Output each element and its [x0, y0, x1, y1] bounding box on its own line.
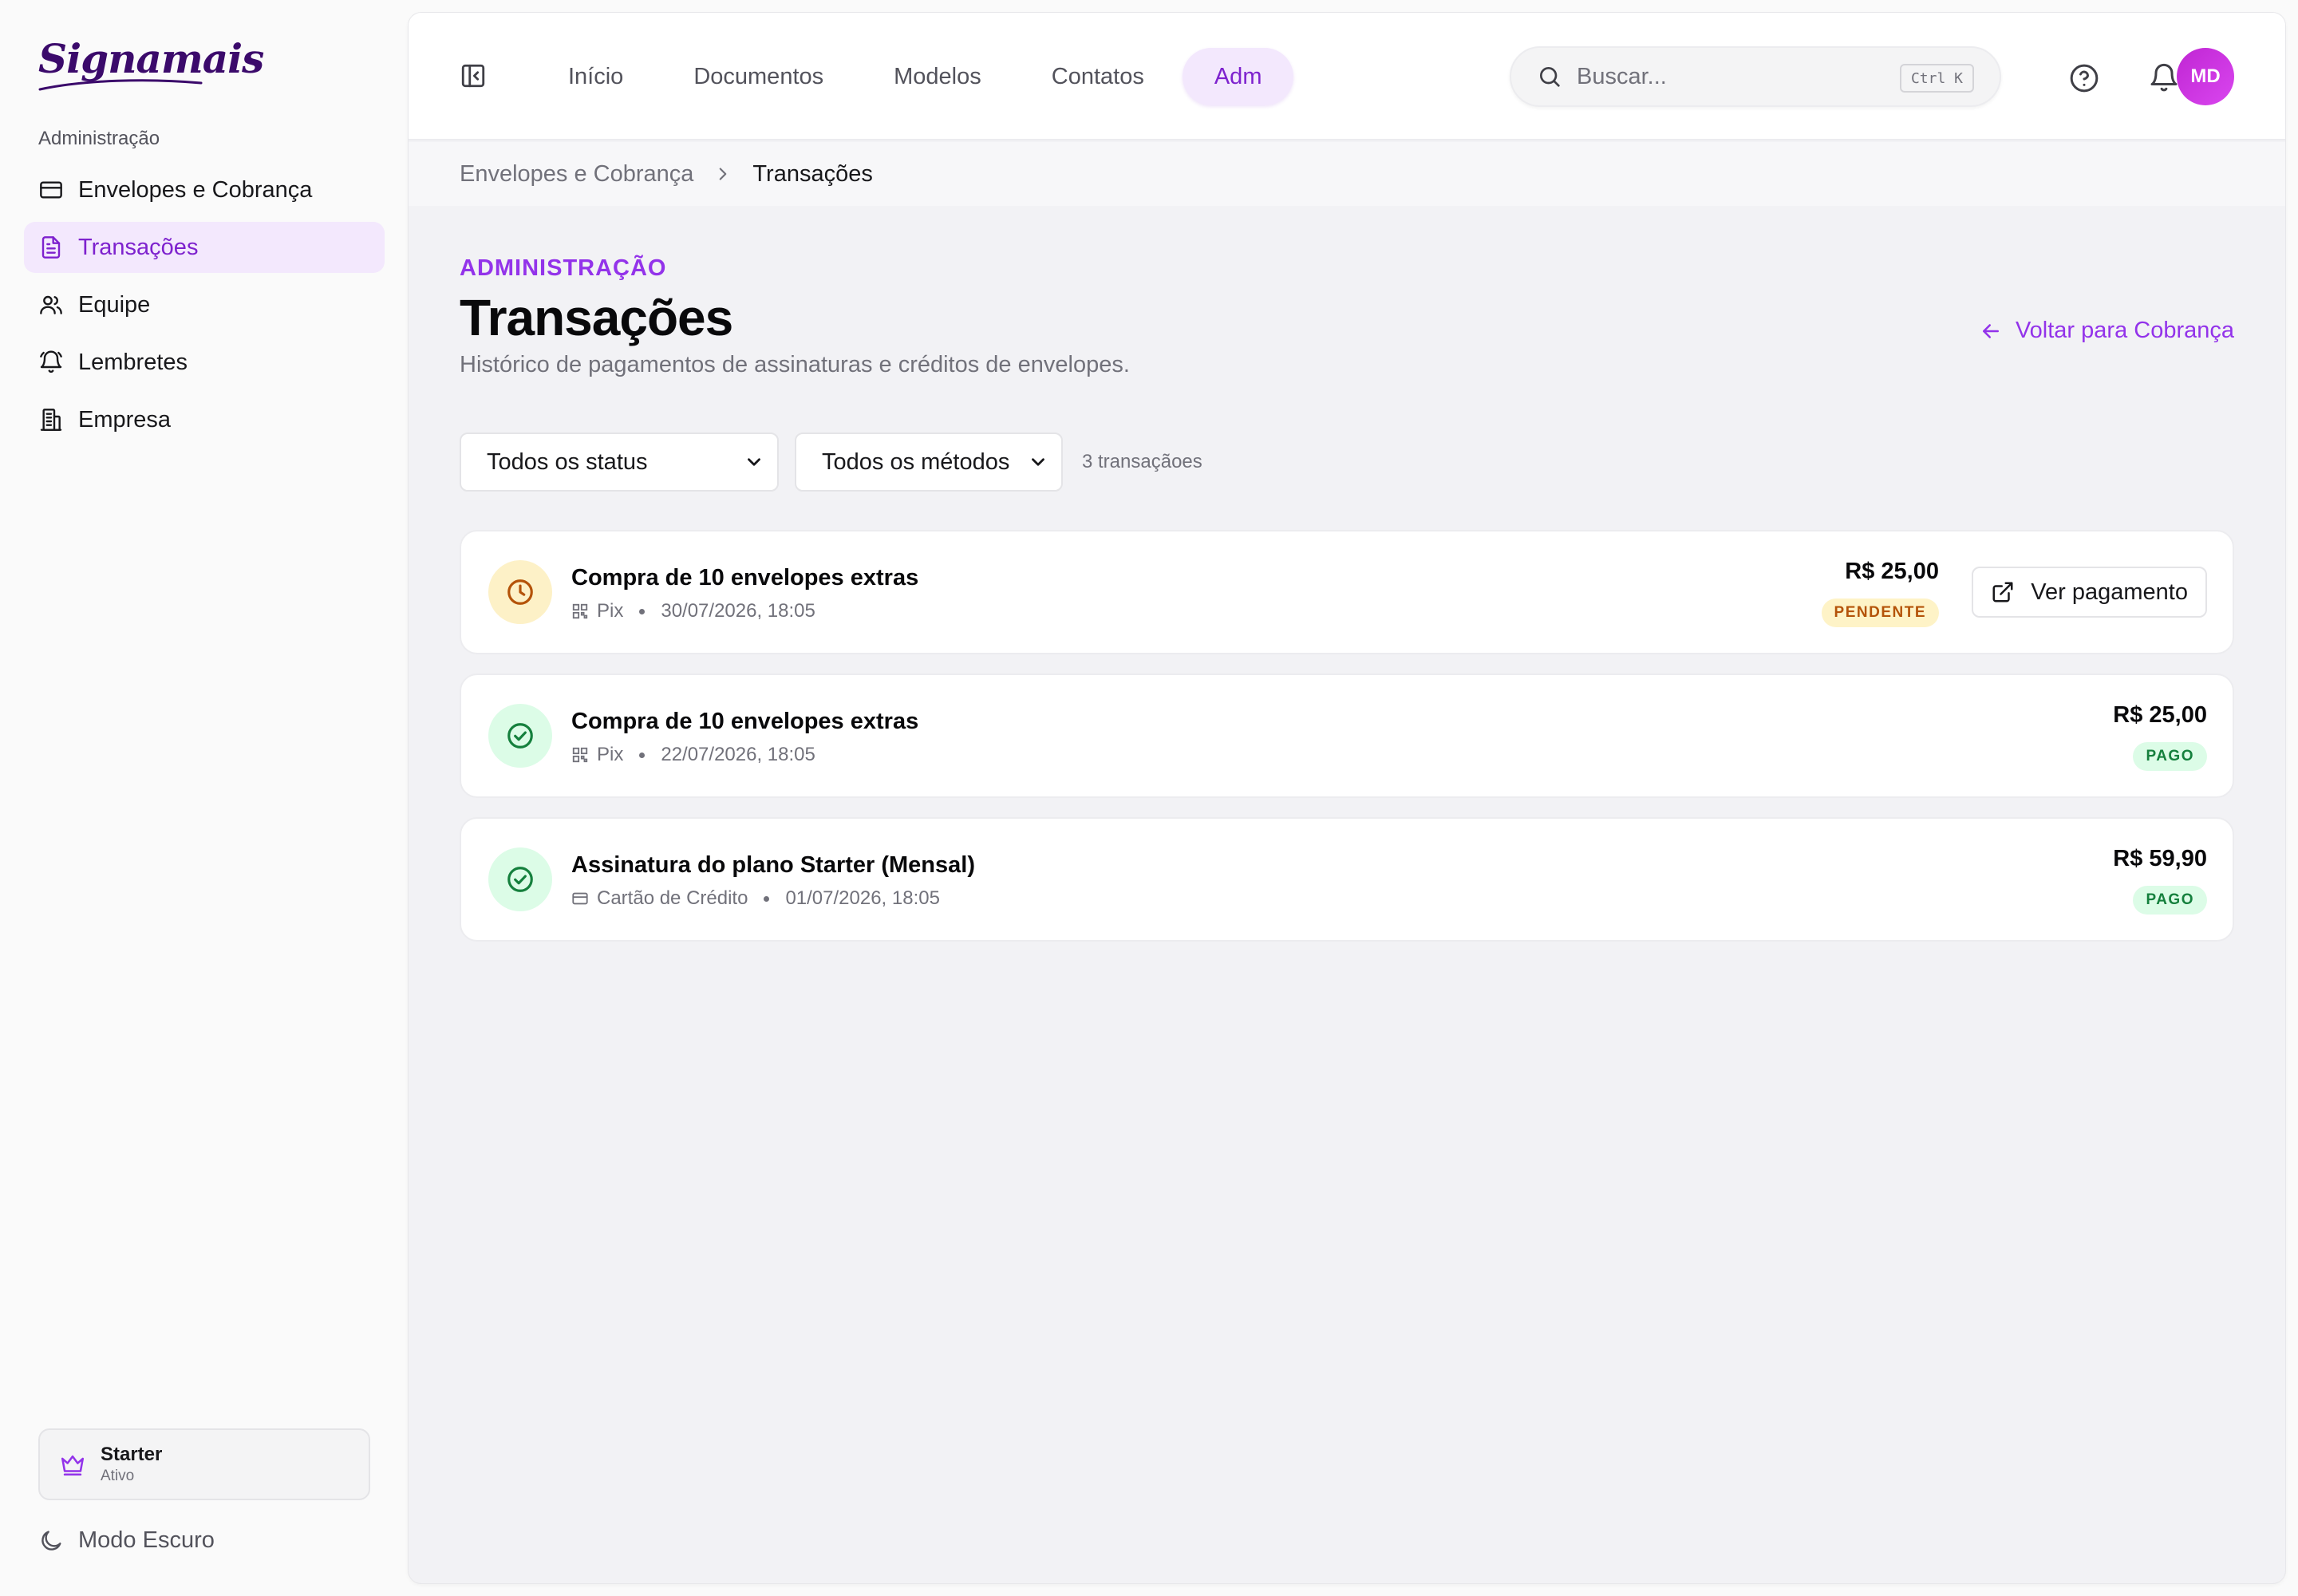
page-content: ADMINISTRAÇÃO Transações Histórico de pa… [460, 255, 2234, 942]
transaction-status-icon [488, 847, 552, 911]
tab-modelos[interactable]: Modelos [862, 48, 1013, 105]
transaction-count: 3 transaçãoes [1082, 451, 1202, 472]
building-icon [40, 409, 62, 431]
tab-documentos[interactable]: Documentos [661, 48, 855, 105]
transaction-row: Compra de 10 envelopes extras Pix 22/07/… [460, 674, 2234, 798]
method-filter-value: Todos os métodos [822, 448, 1010, 475]
credit-card-icon [40, 181, 62, 199]
chevron-down-icon [748, 458, 760, 466]
check-circle-icon [507, 723, 533, 749]
search-bar[interactable]: Ctrl K [1510, 46, 2001, 107]
breadcrumb-parent-link[interactable]: Envelopes e Cobrança [460, 161, 693, 188]
dark-mode-toggle[interactable]: Modo Escuro [38, 1527, 215, 1554]
meta-separator [639, 752, 646, 758]
meta-separator [639, 608, 646, 614]
sidebar-item-label: Envelopes e Cobrança [78, 176, 313, 203]
arrow-left-icon [1982, 323, 1999, 338]
transaction-row: Compra de 10 envelopes extras Pix 30/07/… [460, 530, 2234, 654]
logo-swoosh-icon [38, 79, 203, 91]
transaction-meta: Cartão de Crédito 01/07/2026, 18:05 [571, 887, 940, 910]
sidebar-item-label: Equipe [78, 291, 151, 318]
file-text-icon [41, 236, 61, 259]
sidebar: Signamais Administração Envelopes e Cobr… [0, 0, 407, 1596]
transaction-amount: R$ 25,00 [2113, 702, 2207, 728]
transaction-meta: Pix 30/07/2026, 18:05 [571, 600, 815, 622]
transaction-method: Pix [597, 744, 624, 765]
tab-adm[interactable]: Adm [1182, 48, 1294, 105]
transaction-datetime: 01/07/2026, 18:05 [785, 887, 940, 909]
meta-separator [764, 895, 770, 902]
bell-icon[interactable] [2148, 62, 2180, 94]
view-payment-label: Ver pagamento [2031, 579, 2188, 605]
crown-icon [61, 1455, 85, 1476]
plan-status: Ativo [101, 1468, 135, 1484]
transaction-title: Compra de 10 envelopes extras [571, 565, 919, 591]
transaction-title: Assinatura do plano Starter (Mensal) [571, 852, 975, 878]
transaction-meta: Pix 22/07/2026, 18:05 [571, 744, 815, 766]
transaction-list: Compra de 10 envelopes extras Pix 30/07/… [460, 530, 2234, 961]
clock-icon [507, 579, 533, 605]
check-circle-icon [507, 867, 533, 892]
main-panel: Início Documentos Modelos Contatos Adm C… [409, 13, 2285, 1583]
transaction-status-icon [488, 560, 552, 624]
topbar: Início Documentos Modelos Contatos Adm C… [409, 13, 2285, 140]
status-filter-select[interactable]: Todos os status [460, 433, 779, 492]
external-link-icon [1992, 582, 2013, 602]
breadcrumb-current: Transações [752, 160, 873, 187]
sidebar-item-label: Empresa [78, 406, 172, 433]
plan-card[interactable]: Starter Ativo [38, 1428, 370, 1500]
users-icon [40, 295, 62, 314]
chevron-right-icon [720, 168, 727, 180]
search-input[interactable] [1577, 63, 1888, 90]
search-icon [1540, 67, 1560, 87]
back-link-label: Voltar para Cobrança [2015, 318, 2234, 343]
transaction-datetime: 30/07/2026, 18:05 [661, 600, 815, 622]
transaction-method: Pix [597, 600, 624, 622]
transaction-status-icon [488, 704, 552, 768]
sidebar-item-transacoes[interactable]: Transações [24, 222, 385, 273]
breadcrumb: Envelopes e Cobrança Transações [409, 142, 2285, 206]
transaction-amount: R$ 59,90 [2113, 846, 2207, 871]
sidebar-item-lembretes[interactable]: Lembretes [24, 337, 385, 388]
help-circle-icon[interactable] [2068, 62, 2100, 94]
sidebar-collapse-icon[interactable] [460, 62, 487, 89]
sidebar-item-label: Lembretes [78, 349, 188, 375]
status-badge: PAGO [2133, 886, 2207, 915]
sidebar-item-envelopes-cobranca[interactable]: Envelopes e Cobrança [24, 164, 385, 215]
qr-code-icon [572, 747, 588, 763]
dark-mode-label: Modo Escuro [78, 1527, 215, 1553]
status-badge: PAGO [2133, 742, 2207, 771]
page-title: Transações [460, 289, 733, 346]
tab-contatos[interactable]: Contatos [1020, 48, 1176, 105]
tab-inicio[interactable]: Início [536, 48, 655, 105]
search-shortcut-badge: Ctrl K [1899, 64, 1974, 93]
page-subtitle: Histórico de pagamentos de assinaturas e… [460, 352, 1130, 377]
status-filter-value: Todos os status [487, 448, 648, 475]
method-filter-select[interactable]: Todos os métodos [795, 433, 1063, 492]
transaction-method: Cartão de Crédito [597, 887, 748, 909]
sidebar-nav: Envelopes e Cobrança Transações Equipe L… [24, 164, 385, 452]
status-badge: PENDENTE [1821, 598, 1939, 627]
filters-bar: Todos os status Todos os métodos 3 trans… [460, 433, 1202, 492]
transaction-row: Assinatura do plano Starter (Mensal) Car… [460, 817, 2234, 942]
bell-ring-icon [40, 350, 62, 373]
sidebar-item-label: Transações [78, 234, 199, 260]
transaction-datetime: 22/07/2026, 18:05 [661, 744, 815, 765]
qr-code-icon [572, 603, 588, 619]
sidebar-item-empresa[interactable]: Empresa [24, 394, 385, 445]
back-to-billing-link[interactable]: Voltar para Cobrança [1979, 318, 2234, 344]
credit-card-icon [572, 892, 588, 905]
sidebar-section-label: Administração [38, 128, 160, 149]
brand-logo[interactable]: Signamais [38, 35, 264, 82]
plan-name: Starter [101, 1444, 163, 1465]
page-eyebrow: ADMINISTRAÇÃO [460, 255, 667, 281]
moon-icon [41, 1530, 61, 1551]
transaction-amount: R$ 25,00 [1845, 559, 1939, 584]
view-payment-button[interactable]: Ver pagamento [1972, 567, 2207, 618]
sidebar-item-equipe[interactable]: Equipe [24, 279, 385, 330]
top-nav: Início Documentos Modelos Contatos Adm [536, 48, 1300, 105]
user-avatar[interactable]: MD [2177, 48, 2234, 105]
chevron-down-icon [1032, 458, 1044, 466]
transaction-title: Compra de 10 envelopes extras [571, 709, 919, 734]
